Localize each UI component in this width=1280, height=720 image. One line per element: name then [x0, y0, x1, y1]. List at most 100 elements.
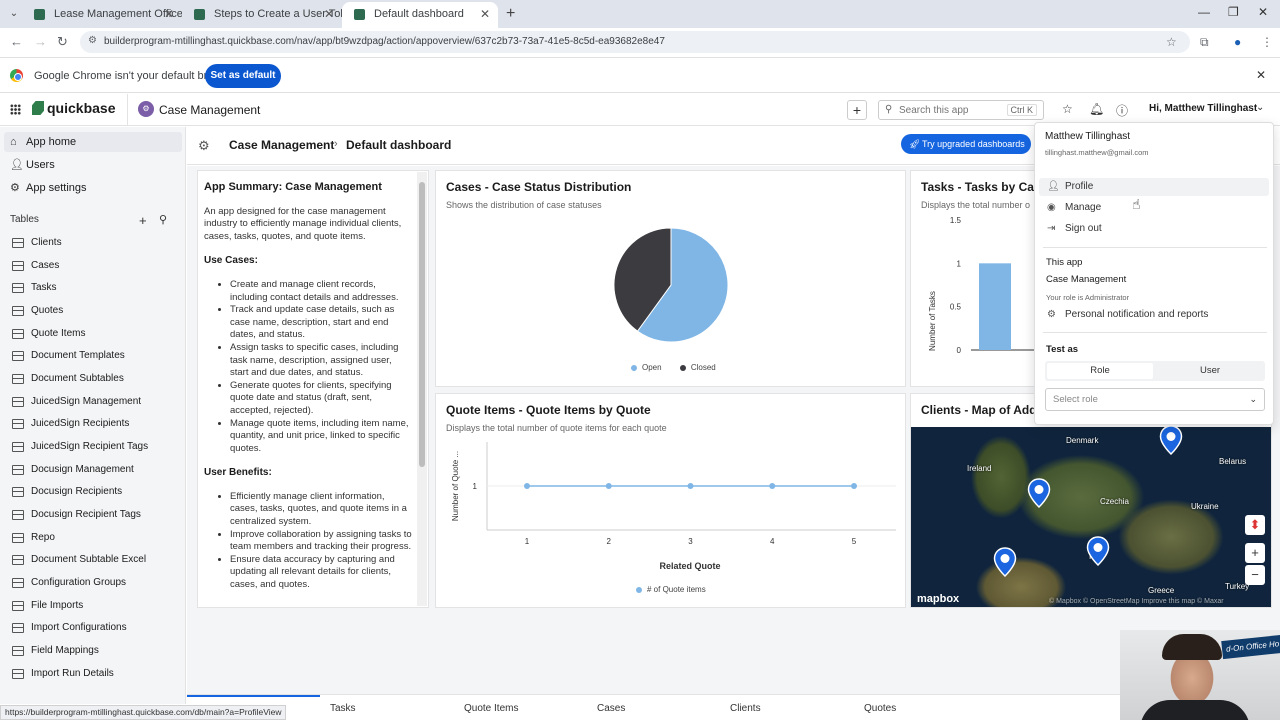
tab-quote-items[interactable]: Quote Items [464, 703, 518, 714]
table-icon [12, 329, 24, 339]
sidebar-table-item[interactable]: Docusign Recipient Tags [10, 505, 182, 525]
extensions-icon[interactable]: ⧉ [1200, 35, 1209, 50]
user-menu-trigger[interactable]: Hi, Matthew Tillinghast [1149, 103, 1257, 114]
zoom-in-button[interactable]: + [1245, 543, 1265, 563]
sidebar-table-item[interactable]: File Imports [10, 596, 182, 616]
mapbox-logo[interactable]: mapbox [917, 593, 959, 605]
browser-tab-active[interactable]: Default dashboard ✕ [342, 2, 498, 28]
app-search[interactable]: ⚲ Ctrl K [878, 100, 1044, 120]
add-new-button[interactable]: + [847, 100, 867, 120]
forward-icon[interactable]: → [34, 34, 47, 49]
reload-icon[interactable]: ↻ [57, 34, 68, 50]
test-as-toggle: Role User [1045, 361, 1265, 381]
help-icon[interactable]: ⓘ [1116, 102, 1128, 119]
list-item: Track and update case details, such as c… [230, 304, 412, 342]
sidebar-table-item[interactable]: Document Subtable Excel [10, 550, 182, 570]
close-window-icon[interactable]: ✕ [1258, 5, 1268, 19]
chrome-menu-icon[interactable]: ⋮ [1261, 35, 1273, 49]
chevron-down-icon[interactable]: ⌄ [1256, 102, 1264, 113]
sidebar-table-item[interactable]: JuicedSign Recipients [10, 414, 182, 434]
app-summary-panel: App Summary: Case Management An app desi… [197, 170, 429, 608]
select-role-dropdown[interactable]: Select role ⌄ [1045, 388, 1265, 411]
sidebar-table-item[interactable]: Docusign Recipients [10, 482, 182, 502]
list-item: Improve collaboration by assigning tasks… [230, 529, 412, 554]
profile-icon[interactable]: ● [1234, 35, 1241, 49]
close-infobar-icon[interactable]: ✕ [1256, 68, 1266, 82]
notifications-bell-icon[interactable]: 🔔︎ [1089, 102, 1104, 116]
select-placeholder: Select role [1053, 394, 1098, 405]
sidebar-table-item[interactable]: Document Subtables [10, 369, 182, 389]
search-tables-icon[interactable]: ⚲ [159, 213, 167, 226]
app-badge-icon: ⚙ [138, 101, 154, 117]
back-icon[interactable]: ← [10, 34, 23, 49]
test-as-heading: Test as [1046, 344, 1079, 355]
map-attribution[interactable]: © Mapbox © OpenStreetMap Improve this ma… [1049, 598, 1224, 605]
dashboard-settings-gear-icon[interactable]: ⚙ [198, 138, 210, 154]
test-as-role-tab[interactable]: Role [1047, 363, 1153, 379]
menu-item-profile[interactable]: 👤︎ Profile [1039, 178, 1269, 196]
sidebar-table-item[interactable]: Configuration Groups [10, 573, 182, 593]
sidebar-table-item[interactable]: Quotes [10, 301, 182, 321]
map-canvas[interactable]: Denmark Ireland Czechia Ukraine Italy Gr… [911, 425, 1271, 607]
tab-search-icon[interactable]: ⌄ [6, 6, 22, 22]
minimize-icon[interactable]: — [1198, 5, 1210, 19]
quickbase-favicon-icon [34, 9, 45, 20]
app-name[interactable]: Case Management [159, 103, 260, 117]
sidebar-table-item[interactable]: Docusign Management [10, 460, 182, 480]
map-pin-icon[interactable] [1086, 536, 1110, 566]
breadcrumb-app[interactable]: Case Management [229, 138, 334, 152]
sidebar-item-app-settings[interactable]: ⚙ App settings [4, 178, 182, 198]
favorites-star-icon[interactable]: ☆ [1062, 102, 1073, 116]
tab-title: Steps to Create a User Token [214, 8, 342, 20]
sidebar-table-item[interactable]: Clients [10, 233, 182, 253]
bottom-report-tabs: Tasks Quote Items Cases Clients Quotes [187, 694, 1120, 720]
sidebar-table-item[interactable]: Field Mappings [10, 641, 182, 661]
y-tick-label: 1.5 [950, 216, 962, 225]
tab-clients[interactable]: Clients [730, 703, 761, 714]
y-tick-label: 0.5 [950, 303, 962, 312]
menu-item-label: Personal notification and reports [1065, 309, 1209, 320]
search-input[interactable] [899, 103, 995, 117]
new-tab-icon[interactable]: + [506, 5, 515, 23]
url-field[interactable]: ⚙ builderprogram-mtillinghast.quickbase.… [80, 31, 1190, 53]
compass-icon[interactable]: ⬍ [1245, 515, 1265, 535]
menu-item-manage[interactable]: ◉ Manage [1039, 199, 1269, 217]
try-upgraded-dashboards-button[interactable]: 🚀︎ Try upgraded dashboards [901, 134, 1031, 154]
menu-item-notifications[interactable]: ⚙ Personal notification and reports [1039, 306, 1269, 324]
brand-name[interactable]: quickbase [47, 100, 115, 116]
close-tab-icon[interactable]: ✕ [480, 2, 490, 26]
sidebar-table-item[interactable]: Repo [10, 528, 182, 548]
close-tab-icon[interactable]: ✕ [164, 2, 174, 26]
browser-tab[interactable]: Lease Management Office hou ✕ [22, 2, 182, 28]
map-pin-icon[interactable] [1027, 478, 1051, 508]
sidebar-table-item[interactable]: Import Configurations [10, 618, 182, 638]
sidebar-table-item[interactable]: Import Run Details [10, 664, 182, 684]
map-pin-icon[interactable] [1159, 425, 1183, 455]
tab-cases[interactable]: Cases [597, 703, 625, 714]
zoom-out-button[interactable]: − [1245, 565, 1265, 585]
restore-icon[interactable]: ❐ [1228, 5, 1239, 19]
menu-item-sign-out[interactable]: ⇥ Sign out [1039, 220, 1269, 238]
close-tab-icon[interactable]: ✕ [324, 2, 334, 26]
sidebar-table-item[interactable]: JuicedSign Management [10, 392, 182, 412]
sidebar-table-item[interactable]: Tasks [10, 278, 182, 298]
browser-tab[interactable]: Steps to Create a User Token ✕ [182, 2, 342, 28]
add-table-icon[interactable]: + [139, 213, 147, 228]
site-info-icon[interactable]: ⚙ [88, 35, 97, 46]
tab-tasks[interactable]: Tasks [330, 703, 356, 714]
sidebar-item-app-home[interactable]: ⌂ App home [4, 132, 182, 152]
summary-scrollbar-thumb[interactable] [419, 182, 425, 467]
sidebar-table-item[interactable]: JuicedSign Recipient Tags [10, 437, 182, 457]
map-pin-icon[interactable] [993, 547, 1017, 577]
table-icon [12, 442, 24, 452]
bookmark-star-icon[interactable]: ☆ [1166, 35, 1177, 49]
sidebar-item-users[interactable]: 👤︎ Users [4, 155, 182, 175]
test-as-user-tab[interactable]: User [1157, 363, 1263, 379]
set-as-default-button[interactable]: Set as default [205, 64, 281, 88]
sidebar-table-item[interactable]: Document Templates [10, 346, 182, 366]
sidebar-table-item[interactable]: Quote Items [10, 324, 182, 344]
app-switcher-grid-icon[interactable] [10, 104, 21, 115]
sidebar-table-item[interactable]: Cases [10, 256, 182, 276]
url-text: builderprogram-mtillinghast.quickbase.co… [104, 36, 665, 47]
tab-quotes[interactable]: Quotes [864, 703, 896, 714]
